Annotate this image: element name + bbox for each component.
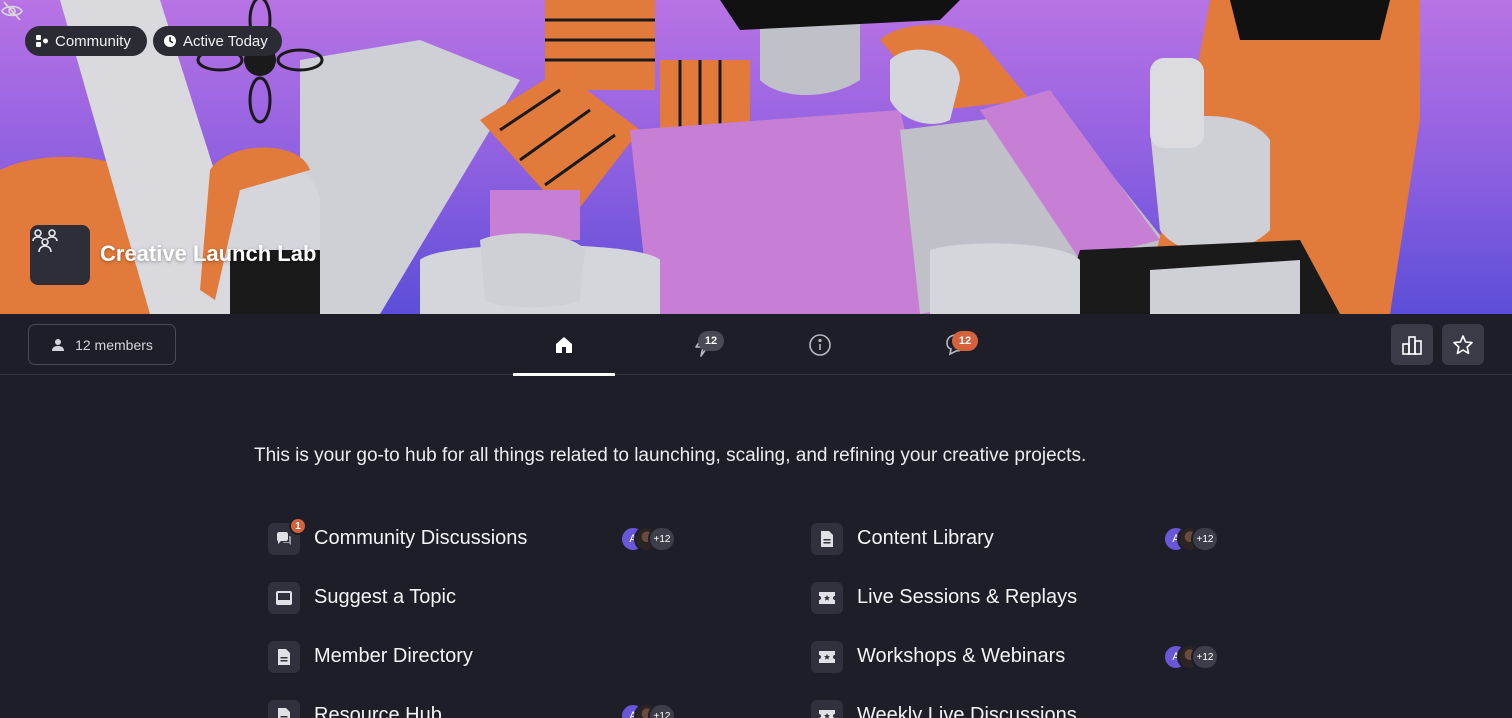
- home-icon: [556, 336, 572, 353]
- clock-icon: [164, 35, 176, 47]
- channel-icon-box: [811, 641, 843, 673]
- document-icon: [278, 649, 290, 665]
- tab-chat[interactable]: 12: [906, 314, 1008, 375]
- ticket-icon: [819, 592, 835, 604]
- channel-content-library[interactable]: Content Library A +12: [811, 519, 1231, 559]
- channel-label: Content Library: [857, 527, 994, 549]
- document-icon: [821, 531, 833, 547]
- eye-slash-icon: [1, 1, 23, 21]
- notification-badge: 1: [289, 517, 307, 535]
- channel-resource-hub[interactable]: Resource Hub A +12: [268, 696, 688, 718]
- channel-icon-box: [811, 582, 843, 614]
- channel-label: Resource Hub: [314, 704, 442, 718]
- tab-bar: 12 members 12 12: [0, 314, 1512, 376]
- document-icon: [278, 708, 290, 718]
- channel-weekly-live-discussions[interactable]: Weekly Live Discussions: [811, 696, 1231, 718]
- leaderboard-icon: [1402, 335, 1422, 355]
- community-icon: [36, 35, 48, 47]
- channel-community-discussions[interactable]: 1 Community Discussions A +12: [268, 517, 688, 559]
- tab-home[interactable]: [513, 314, 615, 376]
- avatar-more-count: +12: [648, 703, 676, 718]
- channel-label: Community Discussions: [314, 527, 528, 549]
- avatar-more-count: +12: [648, 526, 676, 552]
- star-icon: [1453, 334, 1473, 354]
- avatar-stack: A +12: [620, 703, 680, 718]
- channel-icon-box: [811, 523, 843, 555]
- tab-info[interactable]: [769, 314, 871, 375]
- activity-badge: 12: [698, 331, 724, 351]
- channel-icon-box: [268, 641, 300, 673]
- avatar-more-count: +12: [1191, 644, 1219, 670]
- channel-label: Live Sessions & Replays: [857, 586, 1078, 608]
- info-icon: [809, 333, 831, 356]
- community-pill-label: Community: [55, 32, 131, 50]
- channel-icon-box: [268, 700, 300, 718]
- person-icon: [52, 338, 65, 351]
- channel-icon-box: [811, 700, 843, 718]
- leaderboard-button[interactable]: [1391, 324, 1433, 365]
- favorite-button[interactable]: [1442, 324, 1484, 365]
- group-description: This is your go-to hub for all things re…: [254, 445, 1087, 466]
- channel-member-directory[interactable]: Member Directory: [268, 637, 688, 677]
- channel-live-sessions-replays[interactable]: Live Sessions & Replays: [811, 578, 1231, 618]
- channel-label: Suggest a Topic: [314, 586, 456, 608]
- group-title: Creative Launch Lab: [100, 241, 317, 266]
- chat-badge: 12: [952, 331, 978, 351]
- channel-icon-box: [268, 582, 300, 614]
- group-people-icon: [32, 229, 58, 253]
- avatar-stack: A +12: [1163, 526, 1223, 552]
- active-today-label: Active Today: [183, 32, 268, 50]
- chat-bubbles-icon: [277, 532, 291, 545]
- channel-suggest-a-topic[interactable]: Suggest a Topic: [268, 578, 688, 618]
- channel-icon-box: 1: [268, 517, 307, 555]
- ticket-icon: [819, 710, 835, 718]
- tab-activity[interactable]: 12: [652, 314, 754, 375]
- avatar-more-count: +12: [1191, 526, 1219, 552]
- inbox-icon: [276, 591, 292, 605]
- members-button[interactable]: 12 members: [28, 324, 176, 365]
- cover-banner: Community Active Today Creative Launch L…: [0, 0, 1512, 314]
- community-pill[interactable]: Community: [25, 26, 147, 56]
- group-logo: [30, 225, 90, 285]
- channel-label: Workshops & Webinars: [857, 645, 1066, 667]
- active-today-pill[interactable]: Active Today: [153, 26, 282, 56]
- avatar-stack: A +12: [620, 526, 680, 552]
- avatar-stack: A +12: [1163, 644, 1223, 670]
- members-label: 12 members: [75, 336, 153, 353]
- channel-workshops-webinars[interactable]: Workshops & Webinars A +12: [811, 637, 1231, 677]
- ticket-icon: [819, 651, 835, 663]
- channel-label: Member Directory: [314, 645, 473, 667]
- channel-label: Weekly Live Discussions: [857, 704, 1077, 718]
